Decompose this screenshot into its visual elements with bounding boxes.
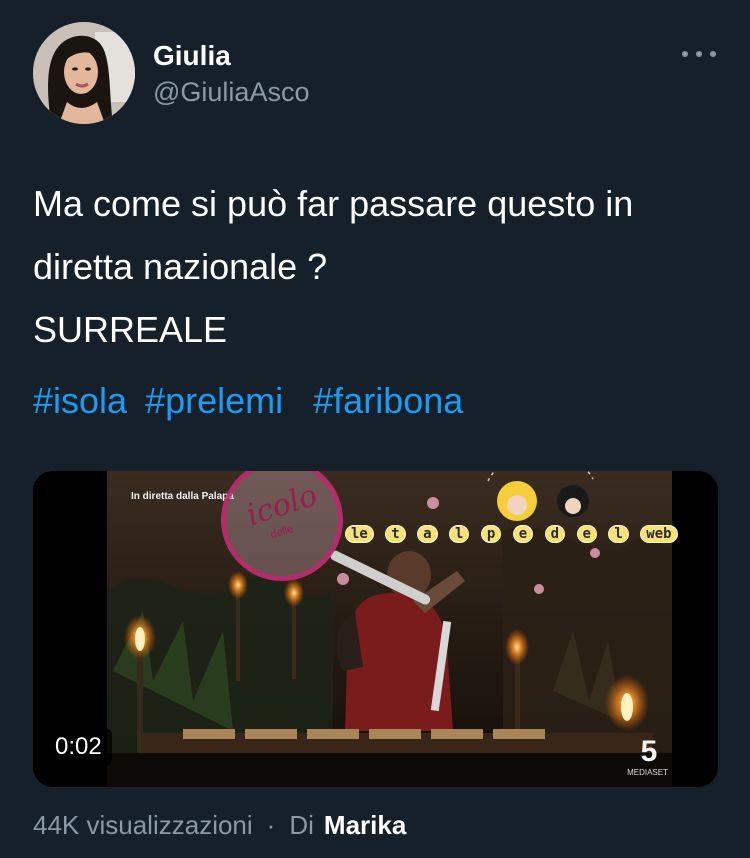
more-options-icon[interactable]	[682, 44, 716, 64]
user-handle[interactable]: @GiuliaAsco	[153, 77, 309, 108]
hashtag-faribona[interactable]: #faribona	[313, 380, 463, 421]
video-player[interactable]: In diretta dalla Palapa icolo delle le t…	[33, 471, 718, 787]
more-dot	[710, 51, 716, 57]
video-frame	[33, 471, 718, 787]
view-count: 44K visualizzazioni	[33, 810, 253, 840]
channel-logo-sub: MEDIASET	[627, 768, 668, 777]
more-dot	[696, 51, 702, 57]
watermark-label: le t a l p e d e l web	[345, 525, 681, 543]
tweet-line: SURREALE	[33, 309, 228, 350]
watermark-letter: d	[544, 525, 566, 543]
video-overlay-caption: In diretta dalla Palapa	[131, 491, 234, 502]
watermark-letter: a	[417, 525, 438, 543]
hashtag-isola[interactable]: #isola	[33, 380, 127, 421]
channel-logo: 5	[640, 735, 658, 768]
watermark-letter: e	[512, 525, 534, 543]
video-timestamp: 0:02	[45, 727, 112, 767]
tweet-screen: Giulia @GiuliaAsco Ma come si può far pa…	[0, 0, 750, 858]
tweet-footer: 44K visualizzazioni · Di Marika	[33, 807, 406, 843]
watermark-letter: l	[449, 525, 470, 543]
watermark-letter: le	[345, 525, 374, 543]
watermark-letter: l	[608, 525, 629, 543]
display-name[interactable]: Giulia	[153, 40, 231, 72]
by-label: Di	[289, 810, 314, 840]
hashtag-prelemi[interactable]: #prelemi	[145, 380, 283, 421]
tweet-line: diretta nazionale ?	[33, 246, 328, 287]
watermark-letter: p	[480, 525, 502, 543]
watermark-letter: web	[640, 525, 678, 543]
avatar-photo	[33, 22, 135, 124]
avatar[interactable]	[33, 22, 135, 124]
tweet-line: Ma come si può far passare questo in	[33, 183, 634, 224]
more-dot	[682, 51, 688, 57]
watermark-letter: t	[385, 525, 406, 543]
separator-dot: ·	[266, 810, 276, 840]
hashtag-list: #isola #prelemi #faribona	[33, 371, 471, 431]
attribution-link[interactable]: Marika	[324, 810, 406, 840]
watermark-letter: e	[576, 525, 597, 543]
tweet-text: Ma come si può far passare questo in dir…	[33, 172, 723, 361]
